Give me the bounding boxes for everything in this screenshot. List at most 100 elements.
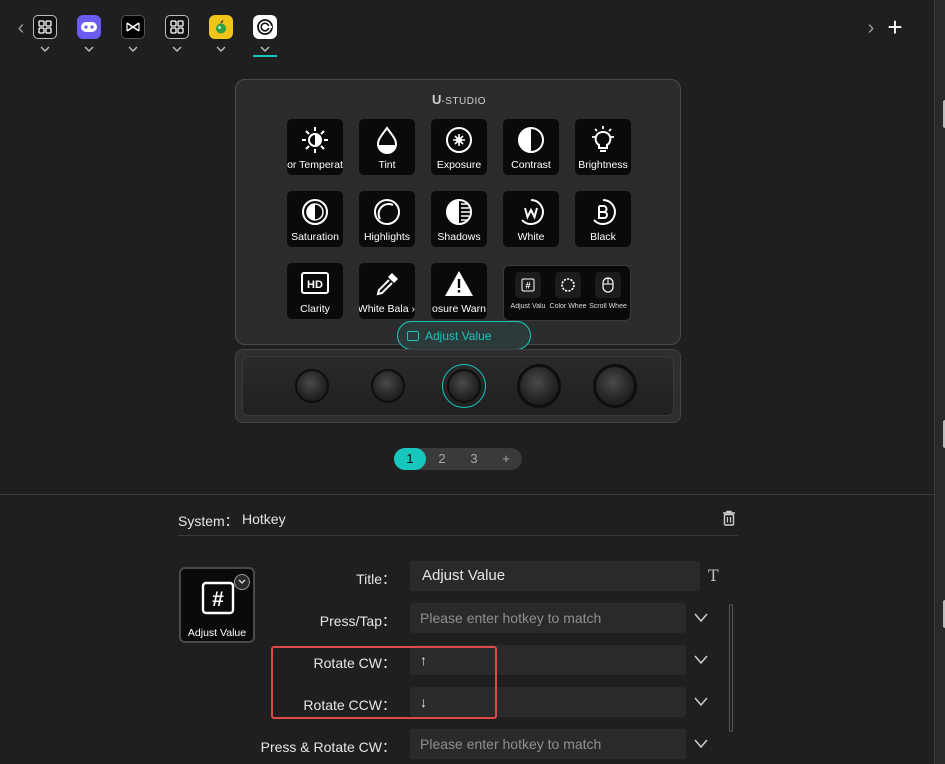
key-label: osure Warn	[432, 303, 486, 315]
key-highlights[interactable]: Highlights	[359, 191, 415, 247]
eyedropper-icon	[376, 273, 398, 296]
key-label: Tint	[378, 159, 396, 171]
tab-davinci-app[interactable]	[253, 15, 277, 39]
chevron-down-icon[interactable]	[165, 42, 189, 60]
title-label: Title：	[356, 571, 396, 587]
selected-action-chip[interactable]: Adjust Value	[397, 321, 531, 350]
contrast-icon	[518, 127, 544, 153]
rotate-fields-highlight	[271, 646, 497, 719]
chevron-down-icon[interactable]	[209, 42, 233, 60]
gamepad-icon	[81, 22, 97, 32]
warning-icon	[445, 271, 473, 296]
action-preview-tile[interactable]: # Adjust Value	[179, 567, 255, 643]
add-page-button[interactable]: +	[490, 448, 522, 470]
key-label: Highlights	[363, 231, 411, 243]
aperture-icon	[446, 127, 472, 153]
adjust-value-chip-icon	[407, 330, 419, 341]
knob-1[interactable]	[295, 369, 329, 403]
mouse-icon	[602, 277, 614, 293]
key-auto-white-balance[interactable]: ‹ White Bala	[359, 263, 415, 319]
key-combo-group[interactable]: # Adjust Valu Color Whee Scroll Whee	[503, 265, 631, 321]
svg-text:#: #	[525, 281, 530, 291]
drop-icon	[376, 126, 398, 154]
color-wheel-icon	[561, 278, 575, 292]
chevron-down-icon[interactable]	[693, 653, 709, 667]
key-label: White	[517, 231, 545, 243]
key-clarity[interactable]: HD Clarity	[287, 263, 343, 319]
chevron-down-icon[interactable]	[253, 42, 277, 60]
press-rotate-cw-hotkey-input[interactable]: Please enter hotkey to match	[410, 729, 686, 759]
key-label: Contrast	[511, 159, 551, 171]
chevron-down-icon[interactable]	[33, 42, 57, 60]
combo-adjust-value[interactable]: # Adjust Valu	[511, 270, 545, 310]
grid-icon	[38, 20, 52, 34]
key-label: ‹ White Bala	[359, 303, 415, 315]
key-white[interactable]: White	[503, 191, 559, 247]
tab-gamepad-app[interactable]	[77, 15, 101, 39]
trash-icon[interactable]	[720, 509, 738, 527]
grid-icon	[170, 20, 184, 34]
chevron-down-icon[interactable]	[121, 42, 145, 60]
capcut-icon	[126, 22, 140, 32]
add-profile-button[interactable]: +	[884, 14, 906, 40]
knob-3[interactable]	[447, 369, 481, 403]
knob-2[interactable]	[371, 369, 405, 403]
key-label: Clarity	[300, 303, 330, 315]
selected-action-label: Adjust Value	[425, 328, 492, 343]
highlights-icon	[374, 199, 400, 225]
knob-5[interactable]	[593, 364, 637, 408]
key-label: or Temperat	[287, 159, 343, 171]
chevron-down-icon[interactable]	[693, 695, 709, 709]
key-shadows[interactable]: Shadows	[431, 191, 487, 247]
combo-color-wheel[interactable]: Color Whee	[550, 270, 586, 310]
key-contrast[interactable]: Contrast	[503, 119, 559, 175]
key-exposure[interactable]: Exposure	[431, 119, 487, 175]
svg-text:HD: HD	[307, 279, 323, 291]
circle-logo-icon	[257, 19, 273, 35]
key-black[interactable]: Black	[575, 191, 631, 247]
hash-icon: #	[201, 581, 235, 615]
next-arrow-icon[interactable]: ›	[863, 16, 879, 40]
combo-scroll-wheel[interactable]: Scroll Whee	[589, 270, 627, 310]
system-value: Hotkey	[242, 511, 286, 527]
press-tap-label: Press/Tap：	[319, 613, 396, 629]
right-edge-panel	[934, 0, 945, 764]
combo-label: Adjust Valu	[510, 303, 546, 310]
press-tap-hotkey-input[interactable]: Please enter hotkey to match	[410, 603, 686, 633]
sun-half-icon	[302, 127, 328, 153]
preview-label: Adjust Value	[187, 627, 247, 639]
panel-divider	[178, 535, 738, 536]
fruit-icon	[216, 20, 226, 34]
key-saturation[interactable]: Saturation	[287, 191, 343, 247]
knob-4[interactable]	[517, 364, 561, 408]
profile-tab-bar: ‹ › +	[0, 0, 934, 60]
white-w-icon	[521, 199, 544, 225]
key-label: Saturation	[291, 231, 339, 243]
chevron-down-icon[interactable]	[693, 737, 709, 751]
key-label: Black	[590, 231, 616, 243]
chevron-down-icon[interactable]	[77, 42, 101, 60]
page-switcher: 1 2 3 +	[394, 448, 522, 470]
key-color-temperature[interactable]: or Temperat	[287, 119, 343, 175]
tab-fruit-app[interactable]	[209, 15, 233, 39]
text-format-icon[interactable]: T	[708, 566, 719, 585]
previous-arrow-icon[interactable]: ‹	[13, 16, 29, 40]
key-brightness[interactable]: Brightness	[575, 119, 631, 175]
key-exposure-warning[interactable]: osure Warn	[431, 263, 487, 319]
key-label: Shadows	[437, 231, 481, 243]
hash-icon: #	[521, 278, 535, 292]
title-input[interactable]: Adjust Value	[410, 561, 700, 591]
page-3-button[interactable]: 3	[458, 448, 490, 470]
page-2-button[interactable]: 2	[426, 448, 458, 470]
system-label: System：	[178, 513, 239, 529]
tab-grid-app-2[interactable]	[165, 15, 189, 39]
chevron-down-icon[interactable]	[693, 611, 709, 625]
settings-scrollbar[interactable]	[729, 604, 733, 732]
tab-capcut-app[interactable]	[121, 15, 145, 39]
key-tint[interactable]: Tint	[359, 119, 415, 175]
device-brand-logo: U-STUDIO	[432, 92, 486, 107]
active-tab-indicator	[253, 55, 277, 57]
page-1-button[interactable]: 1	[394, 448, 426, 470]
tab-grid-app-1[interactable]	[33, 15, 57, 39]
bulb-icon	[592, 126, 614, 152]
